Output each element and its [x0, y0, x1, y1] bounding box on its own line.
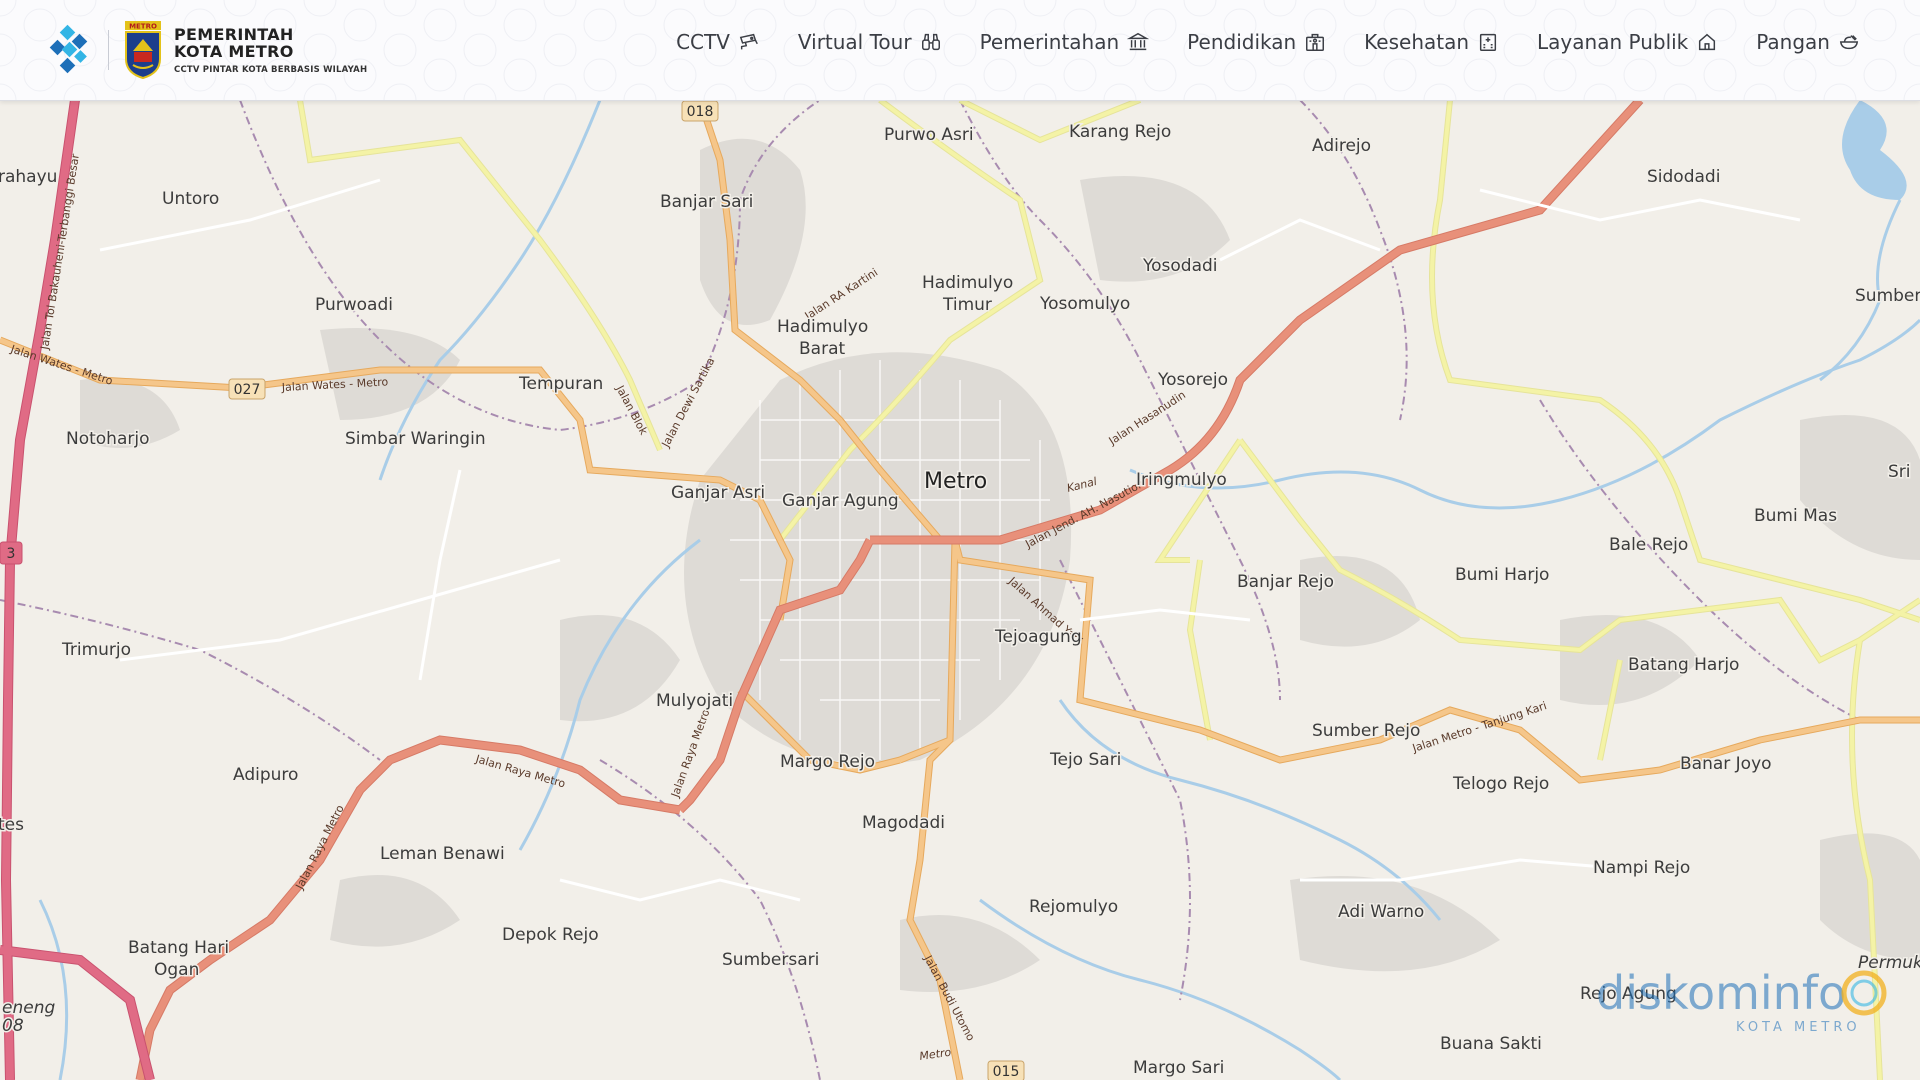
place-label: Sumbersari — [722, 950, 819, 970]
place-label: Buana Sakti — [1440, 1034, 1542, 1054]
brand-title-line2: KOTA METRO — [174, 41, 294, 61]
place-label: Notoharjo — [66, 429, 150, 449]
map-canvas[interactable]: 018 027 015 3 Jalan Tol Bakauheni-Terban… — [0, 100, 1920, 1080]
brand-title-line1: PEMERINTAH — [174, 24, 294, 44]
nav-item-virtual-tour[interactable]: Virtual Tour — [798, 30, 942, 54]
place-label: Untoro — [162, 189, 219, 209]
home-icon — [1699, 33, 1716, 51]
nav-item-cctv[interactable]: CCTV — [676, 30, 760, 54]
svg-text:018: 018 — [687, 104, 714, 120]
binoculars-icon — [921, 33, 940, 51]
hospital-icon — [1479, 33, 1497, 51]
place-label: Banar Joyo — [1680, 754, 1772, 774]
place-label: Hadimulyo — [777, 317, 868, 337]
place-label: Magodadi — [862, 813, 945, 833]
place-label: Depok Rejo — [502, 925, 599, 945]
place-label: Margo Rejo — [780, 752, 875, 772]
place-label: Batang Harjo — [1628, 655, 1739, 675]
place-label: Bale Rejo — [1609, 535, 1688, 555]
place-label: Adirejo — [1312, 136, 1371, 156]
food-bowl-icon — [1839, 35, 1859, 50]
place-label-metro: Metro — [924, 469, 987, 494]
place-label: Adi Warno — [1338, 902, 1424, 922]
svg-text:KOTA METRO: KOTA METRO — [1736, 1020, 1861, 1035]
place-label: Rejomulyo — [1029, 897, 1118, 917]
place-label: Bumi Harjo — [1455, 565, 1549, 585]
place-label: 08 — [2, 1016, 24, 1036]
place-label: Margo Sari — [1133, 1058, 1224, 1078]
route-shield-027: 027 — [228, 378, 266, 400]
place-label: Tejoagung — [994, 627, 1082, 647]
nav-label: CCTV — [676, 30, 730, 54]
kota-metro-seal-icon: METRO — [125, 21, 161, 79]
place-label: Mulyojati — [656, 691, 733, 711]
route-shield-3: 3 — [0, 541, 23, 565]
nav-label: Kesehatan — [1364, 30, 1470, 54]
svg-text:027: 027 — [234, 382, 261, 398]
place-label: rahayu — [0, 167, 57, 187]
place-label: Telogo Rejo — [1452, 774, 1549, 794]
place-label: Banjar Sari — [660, 192, 753, 212]
place-label: Purwoadi — [315, 295, 393, 315]
place-label: eneng — [2, 998, 55, 1018]
nav-label: Pendidikan — [1187, 30, 1297, 54]
nav-label: Pangan — [1756, 30, 1830, 54]
svg-text:METRO: METRO — [129, 23, 157, 31]
place-label: Yosomulyo — [1039, 294, 1130, 314]
svg-text:015: 015 — [993, 1064, 1020, 1080]
place-label: Iringmulyo — [1136, 470, 1227, 490]
svg-text:3: 3 — [7, 546, 16, 562]
place-label: tes — [0, 815, 24, 835]
place-label: Batang Hari — [128, 938, 229, 958]
place-label: Ganjar Agung — [782, 491, 899, 511]
kominfo-logo-icon — [49, 24, 88, 74]
route-shield-018: 018 — [681, 100, 719, 122]
top-navbar: METRO PEMERINTAH KOTA METRO CCTV PINTAR … — [0, 0, 1920, 101]
place-label: Timur — [942, 295, 992, 315]
place-label: Adipuro — [233, 765, 298, 785]
nav-item-kesehatan[interactable]: Kesehatan — [1364, 30, 1499, 54]
place-label: Sri — [1888, 462, 1911, 482]
route-shield-015: 015 — [987, 1060, 1025, 1080]
place-label: Purwo Asri — [884, 125, 974, 145]
svg-text:diskominfo: diskominfo — [1596, 966, 1846, 1020]
government-building-icon — [1127, 32, 1150, 51]
place-label: Nampi Rejo — [1593, 858, 1690, 878]
place-label: Leman Benawi — [380, 844, 505, 864]
place-label: Yosorejo — [1157, 370, 1228, 390]
place-label: Simbar Waringin — [345, 429, 486, 449]
nav-item-pangan[interactable]: Pangan — [1756, 30, 1860, 54]
place-label: Karang Rejo — [1069, 122, 1171, 142]
nav-item-pendidikan[interactable]: Pendidikan — [1187, 30, 1326, 54]
logo-divider — [108, 30, 109, 70]
diskominfo-logo-icon: diskominfo KOTA METRO — [1596, 966, 1887, 1035]
school-icon — [1306, 33, 1325, 51]
main-nav: CCTV Virtual Tour Pemerintahan Pendidika… — [638, 30, 1860, 54]
place-label: Barat — [799, 339, 845, 359]
place-label: Sidodadi — [1647, 167, 1720, 187]
place-label: Sumber Rejo — [1312, 721, 1420, 741]
place-label: Ganjar Asri — [671, 483, 765, 503]
place-label: Banjar Rejo — [1237, 572, 1334, 592]
nav-label: Layanan Publik — [1537, 30, 1689, 54]
nav-item-pemerintahan[interactable]: Pemerintahan — [980, 30, 1150, 54]
nav-label: Virtual Tour — [797, 30, 912, 54]
cctv-icon — [739, 33, 758, 50]
brand-logo-group[interactable]: METRO PEMERINTAH KOTA METRO CCTV PINTAR … — [44, 20, 367, 80]
brand-tagline: CCTV PINTAR KOTA BERBASIS WILAYAH — [174, 64, 368, 75]
place-label: Bumi Mas — [1754, 506, 1837, 526]
place-label: Tejo Sari — [1049, 750, 1121, 770]
nav-label: Pemerintahan — [979, 30, 1120, 54]
place-label: Sumber Ag — [1855, 286, 1920, 306]
diskominfo-watermark: diskominfo KOTA METRO — [1596, 959, 1896, 1044]
place-label: Hadimulyo — [922, 273, 1013, 293]
place-label: Trimurjo — [61, 640, 131, 660]
place-label: Yosodadi — [1142, 256, 1218, 276]
place-label: Tempuran — [518, 374, 603, 394]
nav-item-layanan-publik[interactable]: Layanan Publik — [1537, 30, 1718, 54]
place-label: Ogan — [154, 960, 199, 980]
